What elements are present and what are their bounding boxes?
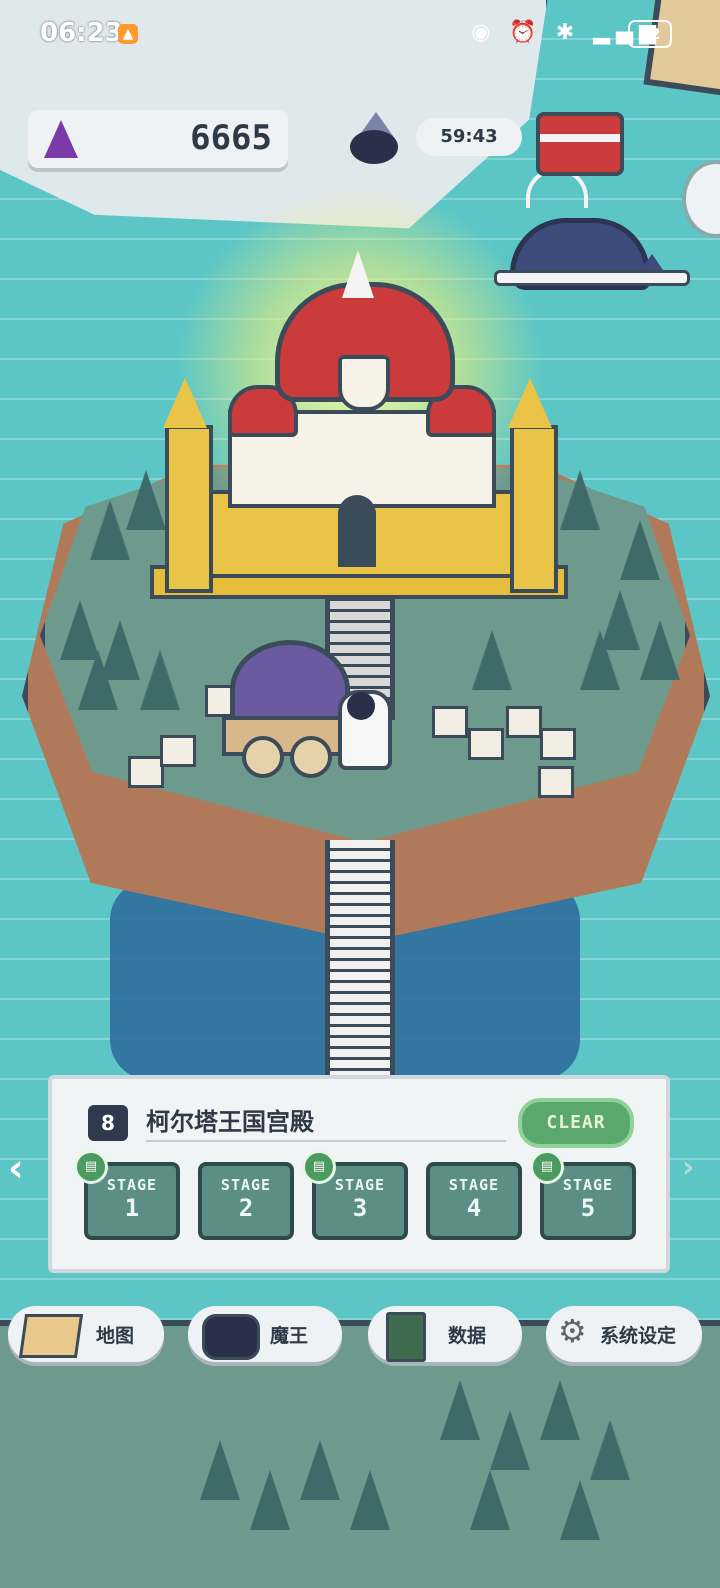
area-title: 柯尔塔王国宫殿: [146, 1108, 314, 1136]
pine-tree: [440, 1380, 480, 1440]
book-icon: ▤: [302, 1150, 336, 1184]
demon-face-icon: [350, 130, 398, 164]
settings-label: 系统设定: [600, 1325, 677, 1347]
prev-area-arrow-icon[interactable]: ‹: [8, 1146, 24, 1190]
settings-button[interactable]: ⚙ 系统设定: [546, 1306, 702, 1362]
pine-tree: [350, 1470, 390, 1530]
village-house: [128, 756, 164, 788]
demon-king-avatar[interactable]: [342, 112, 404, 166]
title-underline: [146, 1140, 506, 1142]
chest-band: [540, 134, 620, 142]
data-button[interactable]: 数据: [368, 1306, 522, 1362]
royal-shield-emblem: [338, 355, 390, 411]
pine-tree: [126, 470, 166, 530]
timer: 59:43: [416, 118, 522, 156]
pine-tree: [78, 650, 118, 710]
demon-king-button[interactable]: 魔王: [188, 1306, 342, 1362]
village-house: [538, 766, 574, 798]
tower-roof: [163, 378, 207, 428]
pine-tree: [640, 620, 680, 680]
pine-tree: [540, 1380, 580, 1440]
pine-tree: [590, 1420, 630, 1480]
status-bar: 06:23 ▲ ◉ ⏰ ✱ ▂▄▆ 82: [0, 0, 720, 70]
treasure-chest-button[interactable]: [536, 112, 624, 176]
pine-tree: [560, 470, 600, 530]
stage-number: 1: [124, 1194, 140, 1222]
battery-indicator: 82: [628, 20, 672, 48]
bridge: [325, 840, 395, 1100]
map-scroll-icon: [18, 1314, 84, 1358]
pine-tree: [472, 630, 512, 690]
gem-count: 6665: [190, 118, 272, 158]
pine-tree: [580, 630, 620, 690]
status-time: 06:23: [40, 18, 123, 48]
village-house: [160, 735, 196, 767]
pine-tree: [620, 520, 660, 580]
area-number-badge: 8: [88, 1105, 128, 1141]
pine-tree: [560, 1480, 600, 1540]
village-house: [506, 706, 542, 738]
app-notification-icon: ▲: [118, 24, 138, 44]
book-icon: ▤: [74, 1150, 108, 1184]
clear-button[interactable]: CLEAR: [518, 1098, 634, 1148]
pine-tree: [90, 500, 130, 560]
cart-wheel: [242, 736, 284, 778]
stage-2-button[interactable]: STAGE 2: [198, 1162, 294, 1240]
demon-king-icon: [202, 1314, 260, 1360]
stage-number: 4: [466, 1194, 482, 1222]
next-area-arrow-icon[interactable]: ›: [682, 1150, 694, 1185]
pine-tree: [470, 1470, 510, 1530]
pine-tree: [200, 1440, 240, 1500]
book-icon: [386, 1312, 426, 1362]
demon-king-label: 魔王: [270, 1325, 309, 1347]
stage-label: STAGE: [220, 1176, 272, 1194]
stage-number: 5: [580, 1194, 596, 1222]
tower-roof: [508, 378, 552, 428]
pine-tree: [140, 650, 180, 710]
whale-water: [494, 270, 690, 286]
pine-tree: [490, 1410, 530, 1470]
dome-spire: [342, 250, 374, 298]
stage-label: STAGE: [448, 1176, 500, 1194]
castle-tower-left: [165, 425, 213, 593]
village-house: [432, 706, 468, 738]
stage-number: 3: [352, 1194, 368, 1222]
map-label: 地图: [96, 1325, 135, 1347]
cart-wheel: [290, 736, 332, 778]
village-house: [540, 728, 576, 760]
castle-tower-right: [510, 425, 558, 593]
character-head: [347, 692, 375, 720]
book-icon: ▤: [530, 1150, 564, 1184]
gear-icon: ⚙: [558, 1312, 587, 1350]
gem-icon: [44, 120, 78, 158]
castle-door: [338, 495, 376, 567]
stage-4-button[interactable]: STAGE 4: [426, 1162, 522, 1240]
pine-tree: [300, 1440, 340, 1500]
pine-tree: [250, 1470, 290, 1530]
stage-number: 2: [238, 1194, 254, 1222]
map-button[interactable]: 地图: [8, 1306, 164, 1362]
village-house: [468, 728, 504, 760]
data-label: 数据: [448, 1325, 487, 1347]
